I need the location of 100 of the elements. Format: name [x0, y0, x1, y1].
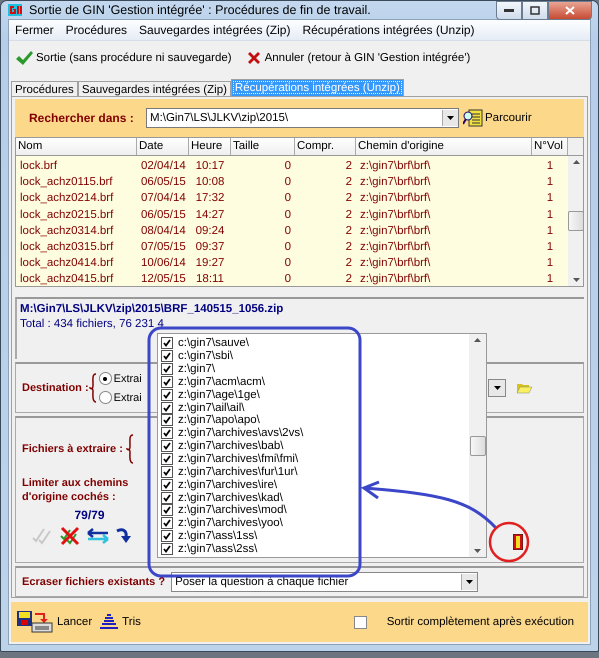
- checklist-item[interactable]: z:\gin7\archives\fur\1ur\: [158, 465, 469, 478]
- scroll-down-icon[interactable]: [572, 278, 580, 282]
- table-cell-text: z:\gin7\brf\brf\: [359, 224, 432, 239]
- checklist-item[interactable]: z:\gin7\archives\bab\: [158, 440, 469, 453]
- checkbox[interactable]: [161, 492, 173, 504]
- scrollbar[interactable]: [469, 334, 486, 557]
- scrollbar[interactable]: [568, 156, 583, 286]
- table-cell-text: 19:27: [194, 256, 226, 272]
- checkbox[interactable]: [161, 542, 173, 555]
- checklist-item[interactable]: z:\gin7\acm\acm\: [158, 376, 469, 388]
- table-cell-text: 1: [546, 240, 554, 255]
- checklist-item[interactable]: z:\gin7\archives\ire\: [158, 478, 469, 492]
- checkbox[interactable]: [161, 440, 173, 452]
- checklist-item[interactable]: z:\gin7\ass\2ss\: [158, 542, 469, 556]
- dropdown-arrow-icon: [466, 580, 474, 584]
- table-cell-text: 0: [284, 240, 292, 255]
- checkbox[interactable]: [161, 337, 173, 350]
- checkbox[interactable]: [161, 350, 173, 362]
- brace-icon: [88, 373, 97, 403]
- radio-option[interactable]: Extrai: [98, 391, 142, 404]
- column-header[interactable]: N°Vol: [532, 138, 568, 155]
- radio-option[interactable]: Extrai: [98, 372, 142, 385]
- archive-path: M:\Gin7\LS\JLKV\zip\2015\BRF_140515_1056.zip: [20, 303, 284, 315]
- column-header[interactable]: Nom: [16, 138, 137, 155]
- curved-arrow-icon[interactable]: [115, 527, 131, 545]
- footer-button[interactable]: Tris: [100, 614, 141, 630]
- checkbox[interactable]: [161, 530, 173, 542]
- checklist-item[interactable]: z:\gin7\archives\fmi\fmi\: [158, 452, 469, 466]
- uncheck-all-button[interactable]: [59, 526, 81, 546]
- zip-drive-icon: [17, 611, 53, 633]
- toolbar-button[interactable]: Annuler (retour à GIN 'Gestion intégrée'): [246, 50, 470, 66]
- table-cell-text: lock_achz0415.brf: [19, 272, 114, 286]
- minimize-button[interactable]: [496, 1, 522, 20]
- checklist-item[interactable]: c:\gin7\sauve\: [158, 337, 469, 350]
- table-cell-text: 07/04/14: [140, 191, 187, 206]
- footer-button[interactable]: Lancer: [17, 611, 92, 633]
- checklist-item[interactable]: z:\gin7\: [158, 362, 469, 376]
- checklist-item[interactable]: z:\gin7\archives\kad\: [158, 491, 469, 504]
- table-cell-text: 1: [546, 175, 554, 190]
- checkbox[interactable]: [161, 363, 173, 376]
- dropdown-arrow-icon: [494, 386, 500, 390]
- table-cell-text: 2: [344, 191, 353, 206]
- column-header[interactable]: Chemin d'origine: [356, 138, 532, 155]
- table-cell-text: 2: [344, 175, 353, 190]
- checkbox[interactable]: [161, 402, 173, 414]
- maximize-button[interactable]: [522, 1, 548, 20]
- checkbox[interactable]: [161, 517, 173, 530]
- close-button[interactable]: [548, 1, 592, 20]
- limit-label: Limiter aux chemins d'origine cochés :: [22, 476, 130, 504]
- table-cell-text: 2: [344, 159, 353, 174]
- files-label: Fichiers à extraire :: [22, 443, 123, 455]
- table-cell-text: lock_achz0414.brf: [19, 256, 114, 272]
- column-header[interactable]: Heure: [189, 138, 231, 155]
- checkbox[interactable]: [161, 466, 173, 478]
- checklist-item[interactable]: z:\gin7\ail\ail\: [158, 401, 469, 414]
- folder-combo[interactable]: M:\Gin7\LS\JLKV\zip\2015\: [146, 108, 459, 128]
- checkbox[interactable]: [354, 616, 367, 628]
- checkbox[interactable]: [161, 453, 173, 466]
- menu-item[interactable]: Procédures: [60, 23, 134, 37]
- checklist-item[interactable]: z:\gin7\archives\avs\2vs\: [158, 426, 469, 440]
- app-logo-icon: [7, 2, 23, 18]
- checkbox[interactable]: [161, 376, 173, 388]
- dropdown-button[interactable]: [488, 379, 506, 397]
- table-cell-text: 0: [284, 175, 292, 190]
- menu-item[interactable]: Fermer: [9, 23, 60, 37]
- scroll-thumb[interactable]: [568, 211, 583, 231]
- tab[interactable]: Procédures: [11, 81, 78, 96]
- checkbox[interactable]: [161, 478, 173, 491]
- checkbox[interactable]: [161, 504, 173, 516]
- checkbox[interactable]: [161, 427, 173, 440]
- checklist-item[interactable]: z:\gin7\apo\apo\: [158, 414, 469, 427]
- checkbox-label: Sortir complètement après exécution: [386, 616, 574, 628]
- scroll-down-icon[interactable]: [474, 549, 481, 553]
- tab[interactable]: Sauvegardes intégrées (Zip): [78, 81, 231, 96]
- scroll-thumb[interactable]: [470, 436, 486, 456]
- menu-item[interactable]: Récupérations intégrées (Unzip): [296, 23, 481, 37]
- table-cell-text: 10:17: [194, 159, 226, 174]
- checklist-item[interactable]: z:\gin7\archives\yoo\: [158, 516, 469, 530]
- invert-button[interactable]: [86, 528, 110, 544]
- table-cell-text: 09:37: [194, 240, 226, 255]
- checklist-item[interactable]: z:\gin7\archives\mod\: [158, 504, 469, 517]
- table-cell-text: 1: [546, 191, 554, 206]
- menu-item[interactable]: Sauvegardes intégrées (Zip): [133, 23, 296, 37]
- column-header[interactable]: Compr.: [295, 138, 356, 155]
- browse-button[interactable]: Parcourir: [463, 109, 532, 127]
- scroll-up-icon[interactable]: [474, 338, 481, 342]
- scroll-up-icon[interactable]: [572, 160, 580, 164]
- table-cell-text: z:\gin7\brf\brf\: [359, 208, 432, 223]
- checkbox[interactable]: [161, 388, 173, 401]
- checkbox[interactable]: [161, 414, 173, 426]
- checklist-item[interactable]: z:\gin7\age\1ge\: [158, 388, 469, 402]
- archive-summary: Total : 434 fichiers, 76 231 4: [20, 318, 165, 330]
- checklist-item[interactable]: c:\gin7\sbi\: [158, 350, 469, 363]
- table-cell-text: 18:11: [195, 272, 225, 286]
- column-header[interactable]: Taille: [231, 138, 295, 155]
- column-header[interactable]: Date: [137, 138, 189, 155]
- marker-icon[interactable]: [513, 534, 523, 550]
- search-label: Rechercher dans :: [29, 111, 135, 125]
- checklist-item[interactable]: z:\gin7\ass\1ss\: [158, 530, 469, 542]
- toolbar-button[interactable]: Sortie (sans procédure ni sauvegarde): [15, 50, 232, 66]
